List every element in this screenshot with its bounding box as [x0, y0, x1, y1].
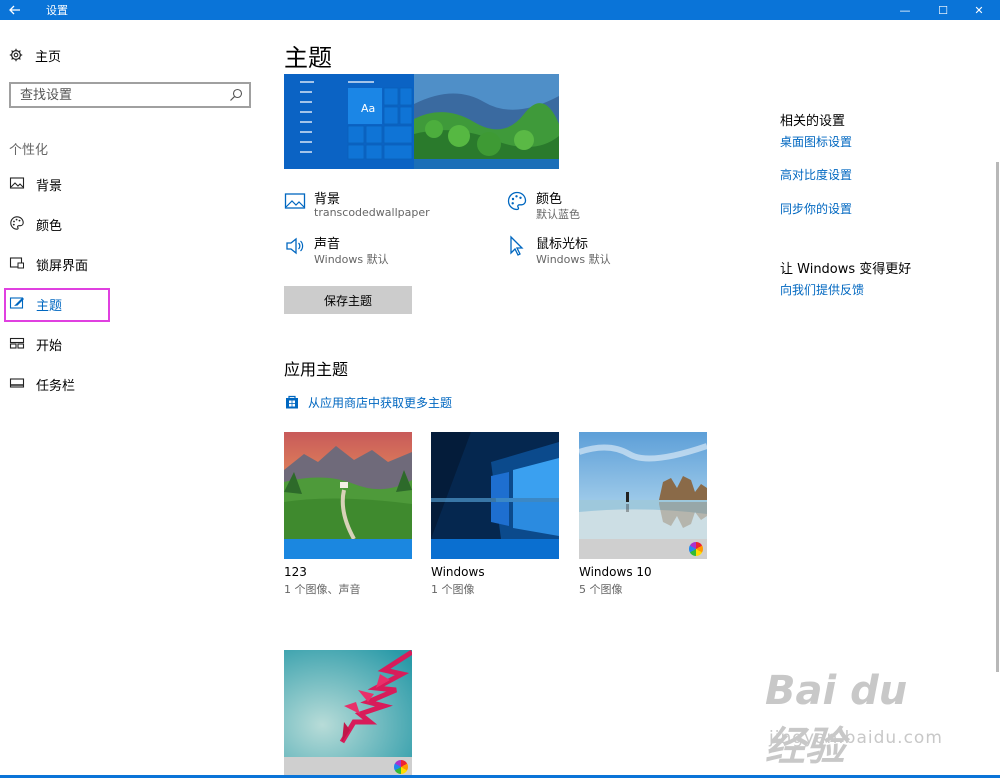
theme-tile-flower[interactable] — [284, 650, 412, 777]
apply-theme-heading: 应用主题 — [284, 360, 349, 379]
theme-thumbnail — [284, 432, 412, 539]
theme-thumbnail — [431, 432, 559, 539]
theme-color-bar — [579, 539, 707, 559]
theme-name: Windows — [431, 565, 485, 579]
theme-name: Windows 10 — [579, 565, 652, 579]
improve-windows-heading: 让 Windows 变得更好 — [780, 262, 912, 277]
feedback-link[interactable]: 向我们提供反馈 — [780, 281, 864, 298]
title-bar: 设置 — ☐ ✕ — [0, 0, 1000, 20]
sidebar-item-lockscreen[interactable]: 锁屏界面 — [0, 250, 250, 276]
cursor-icon — [510, 235, 524, 256]
scrollbar[interactable] — [996, 162, 999, 672]
lockscreen-icon — [9, 257, 24, 269]
property-name: 颜色 — [536, 192, 563, 207]
maximize-button[interactable]: ☐ — [926, 0, 960, 20]
theme-color-bar — [284, 757, 412, 777]
picture-icon — [9, 177, 25, 189]
theme-tile-windows[interactable]: Windows 1 个图像 — [431, 432, 559, 597]
color-wheel-icon — [394, 760, 408, 774]
taskbar-icon — [9, 378, 25, 388]
theme-description: 1 个图像 — [431, 583, 475, 596]
sidebar-home-label: 主页 — [35, 49, 62, 65]
preview-sample-text: Aa — [361, 102, 376, 115]
property-name: 背景 — [314, 192, 341, 207]
palette-icon — [10, 216, 24, 230]
property-name: 声音 — [314, 237, 341, 252]
gear-icon — [8, 47, 24, 63]
palette-icon — [507, 191, 527, 211]
search-box[interactable] — [9, 82, 251, 108]
sidebar-item-background[interactable]: 背景 — [0, 170, 250, 196]
property-value: Windows 默认 — [536, 253, 611, 266]
search-input[interactable] — [11, 84, 211, 107]
sidebar-item-label: 颜色 — [36, 219, 63, 234]
theme-preview: Aa — [284, 74, 559, 169]
minimize-icon: — — [899, 3, 911, 17]
sidebar-item-start[interactable]: 开始 — [0, 330, 250, 356]
property-value: transcodedwallpaper — [314, 206, 430, 219]
section-personalization: 个性化 — [9, 143, 49, 158]
theme-color-bar — [284, 539, 412, 559]
theme-tile-123[interactable]: 123 1 个图像、声音 — [284, 432, 412, 597]
theme-description: 1 个图像、声音 — [284, 583, 361, 596]
theme-color-bar — [431, 539, 559, 559]
property-value: Windows 默认 — [314, 253, 389, 266]
window-title: 设置 — [46, 4, 68, 17]
sidebar-item-colors[interactable]: 颜色 — [0, 210, 250, 236]
back-button[interactable] — [0, 0, 30, 20]
property-value: 默认蓝色 — [536, 208, 580, 221]
watermark-logo-text: Bai du 经验 — [765, 668, 908, 770]
arrow-left-icon — [9, 5, 20, 15]
maximize-icon: ☐ — [938, 3, 948, 17]
save-theme-button[interactable]: 保存主题 — [284, 286, 412, 314]
related-settings-heading: 相关的设置 — [780, 114, 846, 129]
color-wheel-icon — [689, 542, 703, 556]
desktop-icon-settings-link[interactable]: 桌面图标设置 — [780, 133, 852, 150]
store-more-themes-link[interactable]: 从应用商店中获取更多主题 — [284, 393, 452, 411]
theme-preview-image — [284, 74, 559, 169]
high-contrast-settings-link[interactable]: 高对比度设置 — [780, 166, 852, 183]
theme-thumbnail — [284, 650, 412, 757]
start-icon — [9, 337, 25, 349]
property-name: 鼠标光标 — [536, 237, 589, 252]
sidebar-item-taskbar[interactable]: 任务栏 — [0, 370, 250, 396]
theme-description: 5 个图像 — [579, 583, 623, 596]
theme-thumbnail — [579, 432, 707, 539]
sidebar-item-label: 开始 — [36, 339, 63, 354]
sidebar-item-label: 任务栏 — [36, 379, 76, 394]
picture-icon — [284, 193, 306, 209]
sync-settings-link[interactable]: 同步你的设置 — [780, 200, 852, 217]
close-icon: ✕ — [974, 3, 984, 17]
minimize-button[interactable]: — — [888, 0, 922, 20]
page-title: 主题 — [284, 44, 332, 72]
sidebar-home[interactable]: 主页 — [8, 45, 61, 65]
selection-highlight-box — [4, 288, 110, 322]
watermark-url: jingyan.baidu.com — [769, 728, 943, 748]
speaker-icon — [286, 237, 304, 255]
sidebar-item-label: 背景 — [36, 179, 63, 194]
baidu-watermark: Bai du 经验 jingyan.baidu.com — [765, 668, 945, 770]
store-icon — [286, 395, 298, 409]
store-link-label: 从应用商店中获取更多主题 — [308, 395, 453, 410]
sidebar-item-label: 锁屏界面 — [36, 259, 89, 274]
search-icon[interactable] — [228, 87, 244, 103]
close-button[interactable]: ✕ — [962, 0, 996, 20]
theme-name: 123 — [284, 565, 307, 579]
theme-tile-windows-10[interactable]: Windows 10 5 个图像 — [579, 432, 707, 597]
